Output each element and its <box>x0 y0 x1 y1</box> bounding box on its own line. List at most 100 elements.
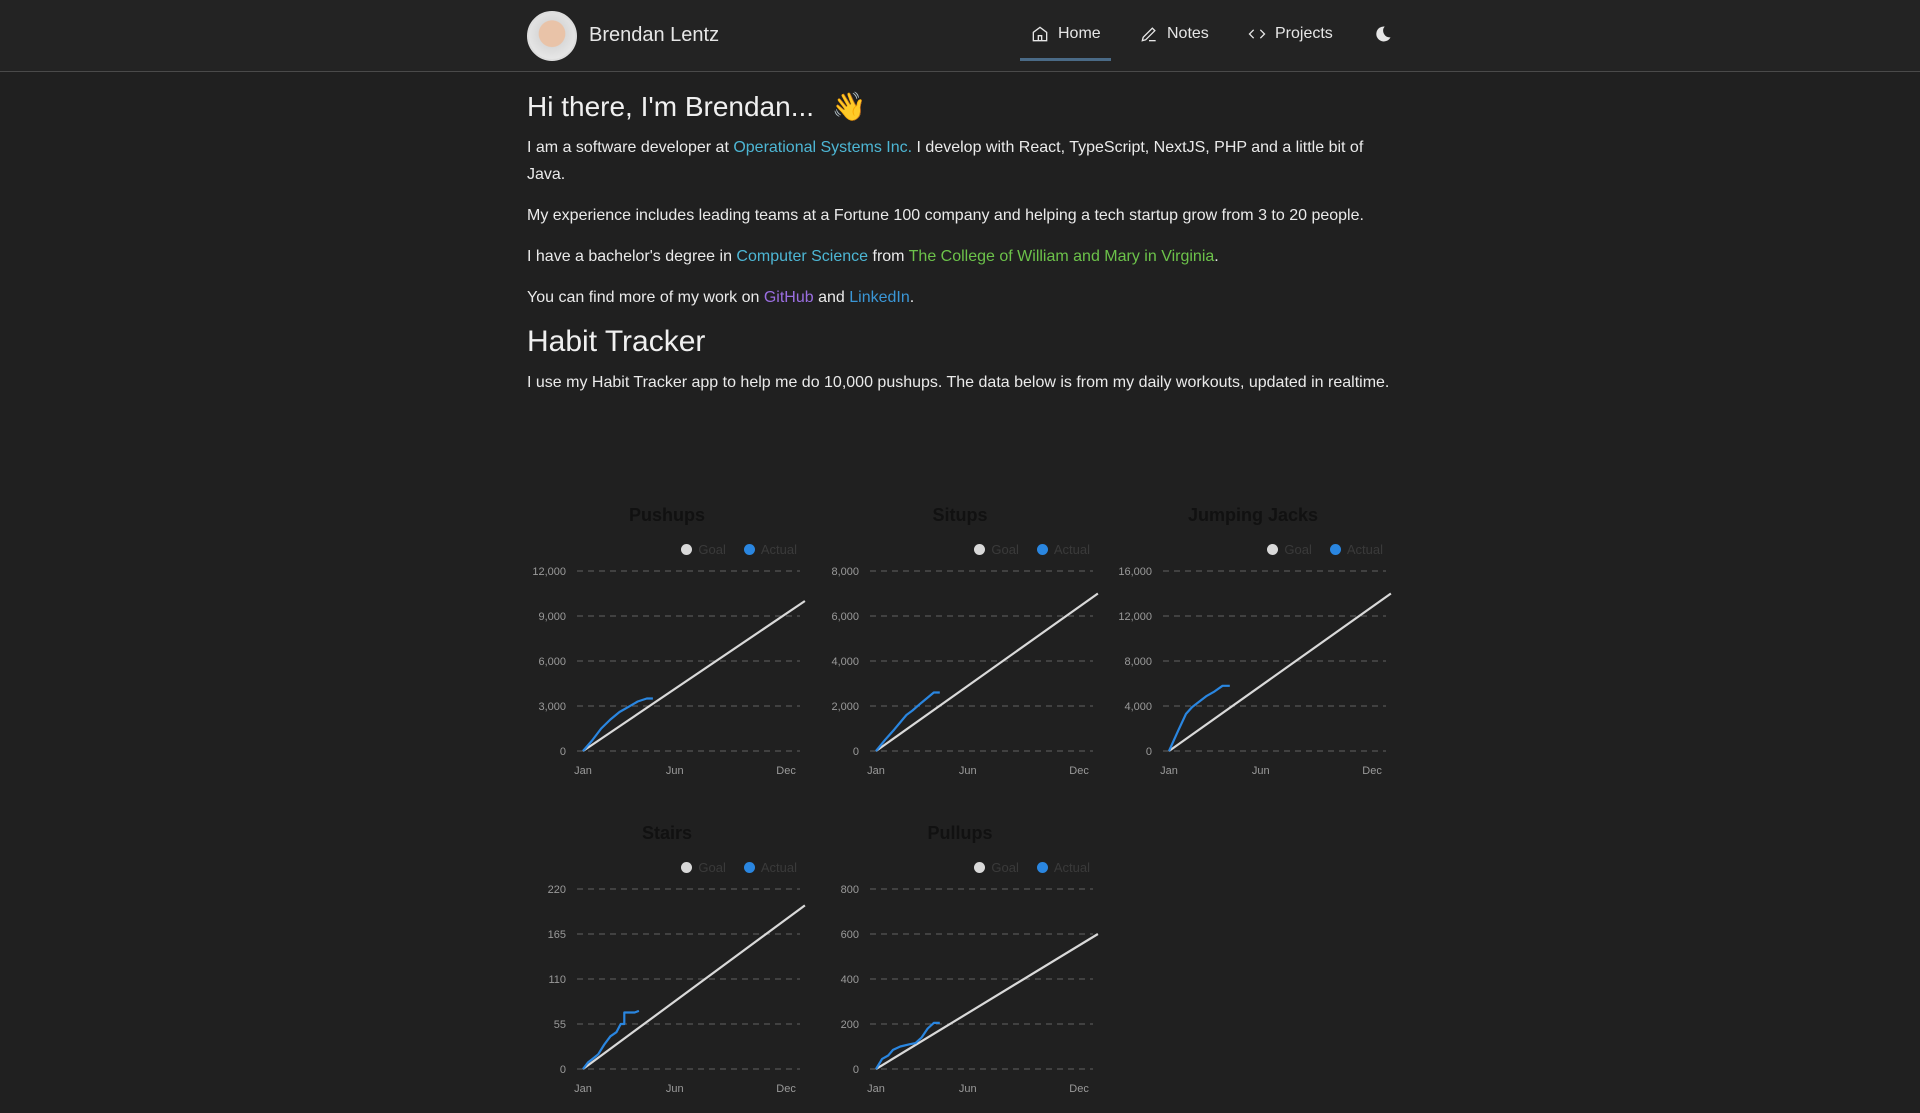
y-tick-label: 0 <box>560 746 566 758</box>
nav-notes[interactable]: Notes <box>1139 24 1209 44</box>
legend-goal[interactable]: Goal <box>974 860 1019 875</box>
text: I am a software developer at <box>527 139 734 156</box>
legend-goal-dot <box>681 544 693 555</box>
legend-goal[interactable]: Goal <box>1267 542 1312 557</box>
code-icon <box>1248 29 1266 39</box>
y-tick-label: 55 <box>554 1019 566 1031</box>
x-tick-label: Jan <box>1160 765 1178 777</box>
y-tick-label: 0 <box>560 1064 566 1076</box>
text: I have a bachelor's degree in <box>527 248 737 265</box>
habit-tracker-description: I use my Habit Tracker app to help me do… <box>527 374 1390 391</box>
legend-actual-label: Actual <box>1053 542 1090 557</box>
y-tick-label: 3,000 <box>538 701 566 713</box>
legend-goal-label: Goal <box>698 542 726 557</box>
link-william-and-mary[interactable]: The College of William and Mary in Virgi… <box>909 248 1215 265</box>
y-tick-label: 800 <box>841 884 859 896</box>
link-linkedin[interactable]: LinkedIn <box>849 289 910 306</box>
legend-goal[interactable]: Goal <box>681 542 726 557</box>
y-tick-label: 0 <box>853 746 859 758</box>
x-tick-label: Dec <box>776 1083 796 1095</box>
actual-line <box>1167 684 1230 752</box>
y-tick-label: 8,000 <box>831 566 859 578</box>
legend-actual-dot <box>743 862 755 873</box>
chart-pullups: Pullups Goal Actual 0 200 400 600 800 Jan Jun De… <box>820 823 1100 1113</box>
text: . <box>1214 248 1219 265</box>
legend-goal-label: Goal <box>991 542 1019 557</box>
y-tick-label: 6,000 <box>831 611 859 623</box>
x-tick-label: Jun <box>666 765 684 777</box>
chart-jumping-jacks: Jumping Jacks Goal Actual 0 4,000 8,000 12,0… <box>1113 505 1393 795</box>
intro-paragraph-3: I have a bachelor's degree in Computer S… <box>527 243 1393 270</box>
legend-actual[interactable]: Actual <box>1036 542 1090 557</box>
site-name[interactable]: Brendan Lentz <box>589 24 719 47</box>
chart-legend: Goal Actual <box>681 860 797 875</box>
y-tick-label: 600 <box>841 929 859 941</box>
link-github[interactable]: GitHub <box>764 289 814 306</box>
x-tick-label: Jan <box>574 765 592 777</box>
goal-line <box>582 600 806 752</box>
legend-actual-dot <box>1036 862 1048 873</box>
top-nav-bar: Brendan Lentz Home Notes Projects <box>0 0 1920 72</box>
legend-actual[interactable]: Actual <box>1329 542 1383 557</box>
legend-goal-dot <box>1267 544 1279 555</box>
intro-paragraph-2: My experience includes leading teams at … <box>527 207 1364 224</box>
legend-goal[interactable]: Goal <box>974 542 1019 557</box>
legend-actual-label: Actual <box>760 542 797 557</box>
chart-title: Stairs <box>641 823 693 843</box>
intro-paragraph-4: You can find more of my work on GitHub a… <box>527 284 1393 311</box>
chart-title: Jumping Jacks <box>1187 505 1319 525</box>
y-tick-label: 9,000 <box>538 611 566 623</box>
goal-line <box>875 933 1099 1070</box>
legend-actual-dot <box>743 544 755 555</box>
y-tick-label: 4,000 <box>831 656 859 668</box>
chart-stairs: Stairs Goal Actual 0 55 110 165 220 Jan Jun Dec <box>527 823 807 1113</box>
y-tick-label: 165 <box>548 929 566 941</box>
nav-projects-label: Projects <box>1275 25 1333 42</box>
chart-plot: 0 2,000 4,000 6,000 8,000 Jan Jun Dec <box>831 566 1099 777</box>
chart-title: Pullups <box>927 823 993 843</box>
legend-actual[interactable]: Actual <box>1036 860 1090 875</box>
legend-actual-dot <box>1329 544 1341 555</box>
text: . <box>909 289 915 306</box>
legend-goal-label: Goal <box>1284 542 1312 557</box>
intro-heading: Hi there, I'm Brendan... 👋 <box>527 90 1393 134</box>
y-tick-label: 8,000 <box>1124 656 1152 668</box>
chart-title: Situps <box>932 505 988 525</box>
x-tick-label: Jan <box>574 1083 592 1095</box>
y-tick-label: 0 <box>853 1064 859 1076</box>
y-tick-label: 12,000 <box>1118 611 1152 623</box>
actual-line <box>875 691 940 752</box>
nav-projects[interactable]: Projects <box>1247 24 1333 44</box>
avatar[interactable] <box>527 11 577 61</box>
legend-actual[interactable]: Actual <box>743 860 797 875</box>
chart-pushups: Pushups Goal Actual 0 3,000 6,000 9,000 12,00… <box>527 505 807 795</box>
y-tick-label: 200 <box>841 1019 859 1031</box>
y-tick-label: 220 <box>548 884 566 896</box>
x-tick-label: Jun <box>959 765 977 777</box>
text: from <box>868 248 909 265</box>
link-operational-systems[interactable]: Operational Systems Inc. <box>733 139 912 156</box>
y-tick-label: 4,000 <box>1124 701 1152 713</box>
x-tick-label: Dec <box>776 765 796 777</box>
legend-actual[interactable]: Actual <box>743 542 797 557</box>
nav-home[interactable]: Home <box>1020 24 1111 61</box>
text: and <box>813 289 850 306</box>
moon-icon[interactable] <box>1373 24 1393 44</box>
x-tick-label: Dec <box>1069 765 1089 777</box>
legend-actual-dot <box>1036 544 1048 555</box>
habit-tracker-heading: Habit Tracker <box>527 325 706 358</box>
chart-legend: Goal Actual <box>681 542 797 557</box>
link-computer-science[interactable]: Computer Science <box>736 248 868 265</box>
legend-goal-label: Goal <box>991 860 1019 875</box>
pencil-icon <box>1141 27 1156 42</box>
x-tick-label: Jun <box>959 1083 977 1095</box>
intro-paragraph-1: I am a software developer at Operational… <box>527 134 1393 188</box>
chart-plot: 0 55 110 165 220 Jan Jun Dec <box>548 884 806 1095</box>
legend-goal-dot <box>681 862 693 873</box>
nav-home-label: Home <box>1058 25 1101 42</box>
legend-goal[interactable]: Goal <box>681 860 726 875</box>
y-tick-label: 0 <box>1146 746 1152 758</box>
x-tick-label: Jan <box>867 1083 885 1095</box>
chart-title: Pushups <box>628 505 705 525</box>
text: You can find more of my work on <box>527 289 764 306</box>
